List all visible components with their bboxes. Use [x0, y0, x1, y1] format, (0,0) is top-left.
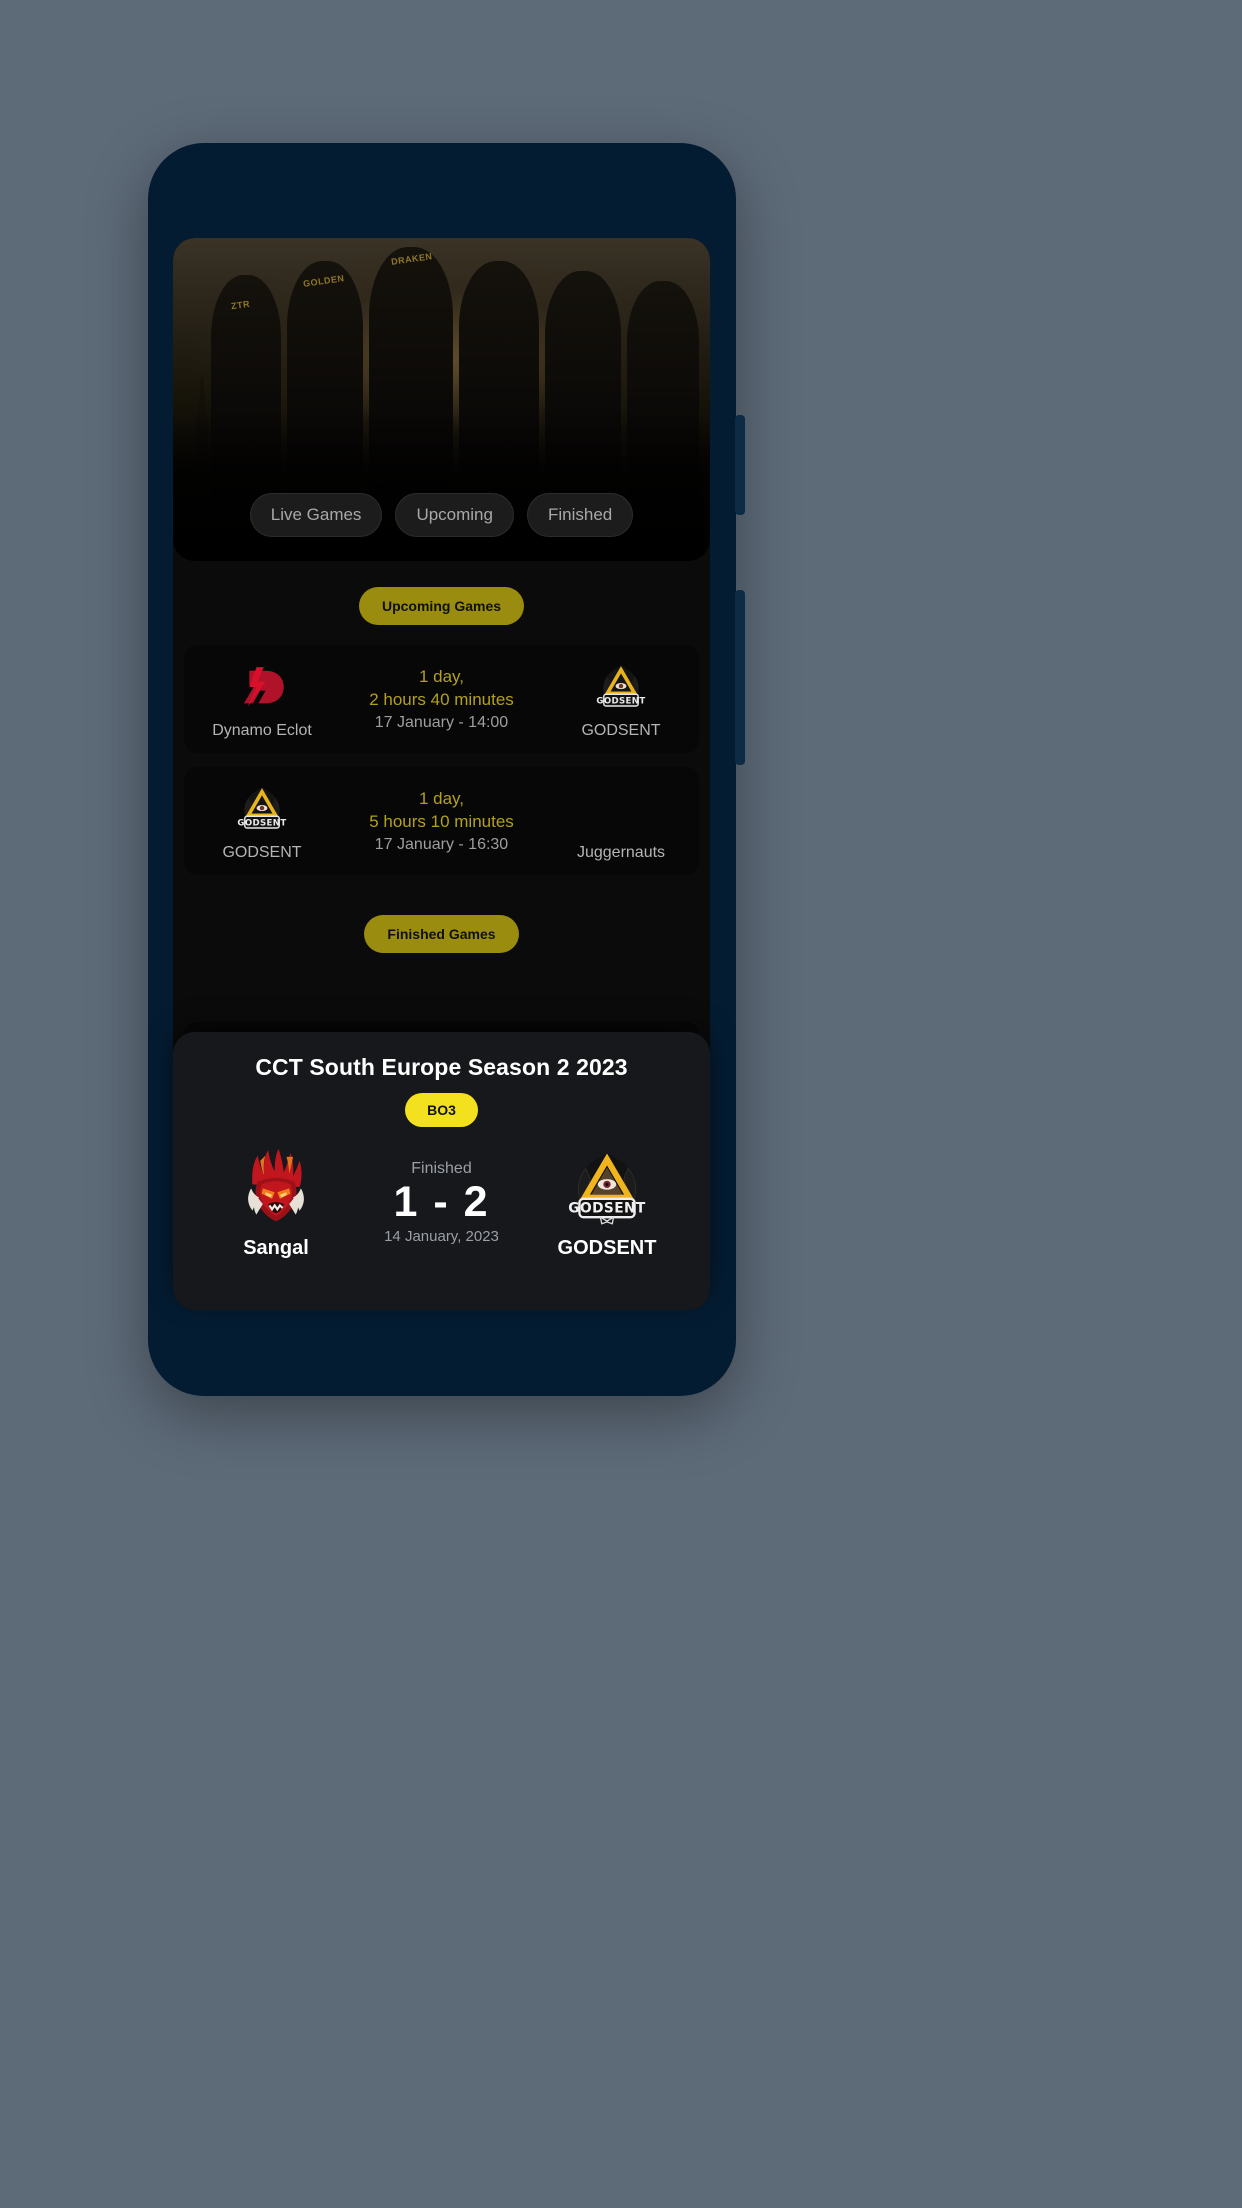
games-list: Upcoming Games Dynamo Eclot 1 day, 2 hou… — [173, 561, 710, 979]
filter-live-games[interactable]: Live Games — [249, 493, 383, 537]
godsent-logo: GODSENT — [565, 1145, 649, 1229]
filter-upcoming[interactable]: Upcoming — [395, 493, 514, 537]
away-team: GODSENT GODSENT — [557, 658, 685, 740]
upcoming-match-card[interactable]: GODSENT GODSENT 1 day, 5 hours 10 minute… — [184, 767, 699, 875]
match-date: 14 January, 2023 — [384, 1227, 499, 1245]
svg-text:GODSENT: GODSENT — [237, 819, 286, 829]
hero-vignette — [173, 411, 710, 561]
countdown-line-2: 2 hours 40 minutes — [369, 690, 514, 709]
finished-match-body: Sangal Finished 1 - 2 14 January, 2023 G… — [191, 1145, 692, 1260]
countdown-line-1: 1 day, — [418, 789, 465, 809]
finished-home-team-name: Sangal — [243, 1237, 309, 1259]
away-team-name: GODSENT — [581, 722, 661, 740]
godsent-logo: GODSENT — [592, 658, 650, 716]
match-center-info: 1 day, 5 hours 10 minutes 17 January - 1… — [326, 788, 557, 854]
finished-away-team: GODSENT GODSENT — [532, 1145, 682, 1260]
home-team-name: GODSENT — [222, 844, 302, 862]
upcoming-match-card[interactable]: Dynamo Eclot 1 day, 2 hours 40 minutes 1… — [184, 645, 699, 753]
away-team-name: Juggernauts — [576, 844, 666, 862]
upcoming-section-header: Upcoming Games — [173, 561, 710, 645]
hero-banner: ZTR GOLDEN DRAKEN Live Games Upcoming Fi… — [173, 238, 710, 561]
godsent-logo: GODSENT — [233, 780, 291, 838]
finished-match-card[interactable]: CCT South Europe Season 2 2023 BO3 Sanga… — [173, 1032, 710, 1310]
finished-home-team: Sangal — [201, 1145, 351, 1260]
countdown-line-2: 5 hours 10 minutes — [369, 812, 514, 831]
home-team: Dynamo Eclot — [198, 658, 326, 740]
upcoming-games-badge[interactable]: Upcoming Games — [358, 587, 525, 625]
home-team: GODSENT GODSENT — [198, 780, 326, 862]
match-center-info: 1 day, 2 hours 40 minutes 17 January - 1… — [326, 666, 557, 732]
dynamo-eclot-logo — [233, 658, 291, 716]
no-logo-placeholder — [592, 780, 650, 838]
phone-power-button[interactable] — [735, 590, 745, 765]
phone-volume-button[interactable] — [735, 415, 745, 515]
away-team: Juggernauts — [557, 780, 685, 862]
format-badge-row: BO3 — [191, 1093, 692, 1127]
tournament-title: CCT South Europe Season 2 2023 — [255, 1054, 628, 1080]
screenshot-stage: ZTR GOLDEN DRAKEN Live Games Upcoming Fi… — [0, 0, 1242, 2208]
finished-score-block: Finished 1 - 2 14 January, 2023 — [351, 1160, 532, 1244]
match-datetime: 17 January - 16:30 — [374, 835, 509, 853]
filter-pill-row: Live Games Upcoming Finished — [173, 493, 710, 537]
finished-games-badge[interactable]: Finished Games — [364, 915, 519, 953]
finished-section-header: Finished Games — [173, 889, 710, 973]
svg-text:GODSENT: GODSENT — [568, 1201, 646, 1217]
match-score: 1 - 2 — [393, 1178, 490, 1227]
match-format-badge[interactable]: BO3 — [405, 1093, 478, 1127]
finished-away-team-name: GODSENT — [557, 1237, 657, 1259]
match-datetime: 17 January - 14:00 — [374, 713, 509, 731]
svg-text:GODSENT: GODSENT — [596, 697, 645, 707]
filter-finished[interactable]: Finished — [526, 493, 634, 537]
countdown-line-1: 1 day, — [418, 667, 465, 687]
match-status: Finished — [411, 1160, 472, 1178]
home-team-name: Dynamo Eclot — [212, 722, 312, 740]
sangal-logo — [234, 1145, 318, 1229]
